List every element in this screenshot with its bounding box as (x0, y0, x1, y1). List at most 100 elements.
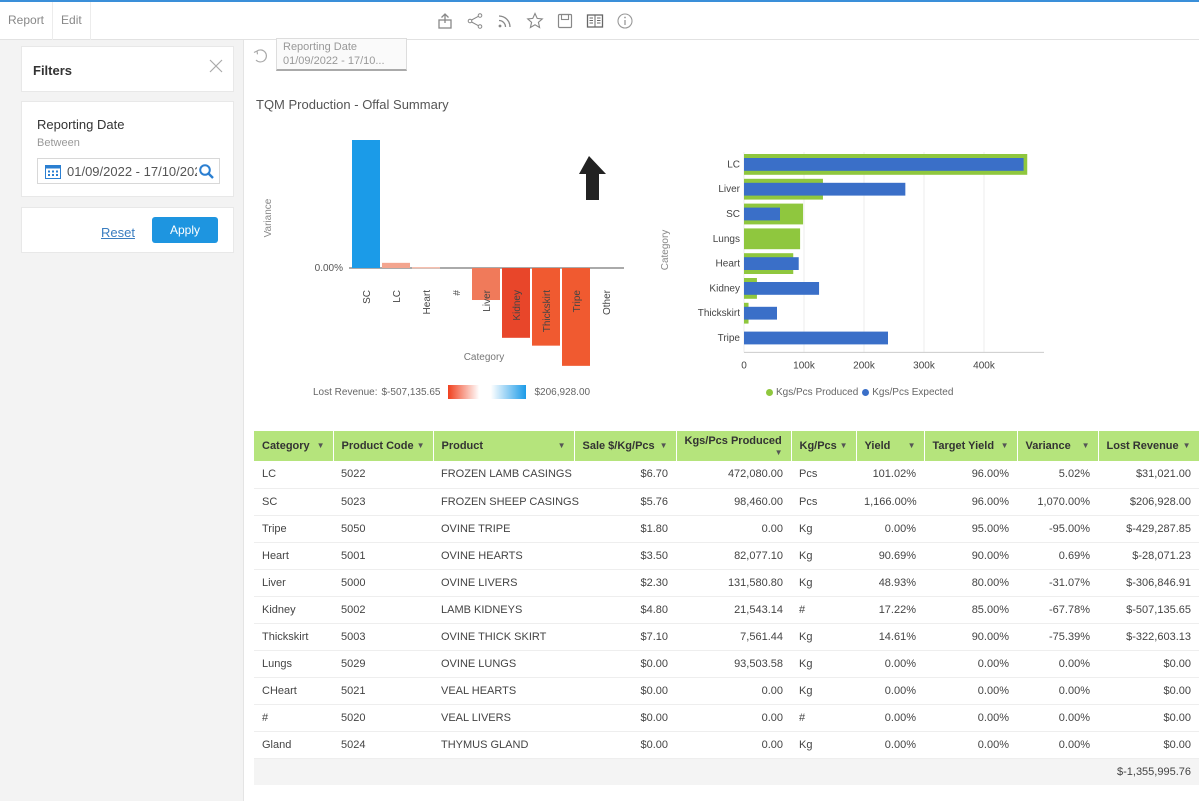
sort-arrow-icon[interactable]: ▼ (317, 441, 325, 450)
column-header[interactable]: Product Code ▼ (333, 431, 434, 461)
rss-icon[interactable] (490, 2, 520, 40)
table-row[interactable]: SC 5023 FROZEN SHEEP CASINGS $5.76 98,460.00… (254, 488, 1199, 516)
table-cell: 5050 (333, 515, 433, 543)
legend-min: $-507,135.65 (381, 386, 441, 398)
star-icon[interactable] (520, 2, 550, 40)
column-header[interactable]: Sale $/Kg/Pcs ▼ (574, 431, 677, 461)
table-cell: OVINE HEARTS (433, 542, 574, 570)
reporting-date-filter: Reporting Date Between 01/09/2022 - 17/1… (21, 101, 234, 197)
production-chart: 0 100k 200k 300k 400k Category LC Liver SC Lungs H… (660, 152, 1044, 371)
x-tick-label: 100k (793, 360, 816, 371)
filter-panel: Filters Reporting Date Between 01/09/202… (0, 40, 244, 801)
table-row[interactable]: Liver 5000 OVINE LIVERS $2.30 131,580.80 Kg 48… (254, 569, 1199, 597)
expected-bar (744, 306, 777, 320)
sort-arrow-icon[interactable]: ▼ (840, 441, 848, 450)
table-cell: 0.00 (676, 515, 791, 543)
table-row[interactable]: Tripe 5050 OVINE TRIPE $1.80 0.00 Kg 0.00% 95.0… (254, 515, 1199, 543)
column-header[interactable]: Product ▼ (433, 431, 575, 461)
column-header[interactable]: Kg/Pcs ▼ (791, 431, 857, 461)
x-tick-label: Tripe (572, 290, 583, 313)
book-icon[interactable] (580, 2, 610, 40)
table-row[interactable]: Thickskirt 5003 OVINE THICK SKIRT $7.10 7,56… (254, 623, 1199, 651)
table-row[interactable]: LC 5022 FROZEN LAMB CASINGS $6.70 472,080.00… (254, 461, 1199, 489)
table-cell: 0.00% (1017, 650, 1098, 678)
table-cell: $6.70 (574, 461, 676, 489)
table-row[interactable]: Heart 5001 OVINE HEARTS $3.50 82,077.10 Kg 90.… (254, 542, 1199, 570)
table-cell: Lungs (254, 650, 333, 678)
search-icon[interactable] (198, 163, 215, 180)
table-cell: $3.50 (574, 542, 676, 570)
reporting-date-chip[interactable]: Reporting Date 01/09/2022 - 17/10... (276, 38, 407, 71)
info-icon[interactable] (610, 2, 640, 40)
table-cell: 0.00% (924, 650, 1017, 678)
table-cell: OVINE LIVERS (433, 569, 574, 597)
table-cell: 82,077.10 (676, 542, 791, 570)
save-icon[interactable] (550, 2, 580, 40)
legend-dot-expected (862, 389, 870, 396)
column-header[interactable]: Lost Revenue ▼ (1098, 431, 1199, 461)
table-cell: Pcs (791, 461, 856, 489)
share-icon[interactable] (460, 2, 490, 40)
table-row[interactable]: Gland 5024 THYMUS GLAND $0.00 0.00 Kg 0.00% 0.0… (254, 731, 1199, 759)
table-cell: 0.00% (924, 731, 1017, 759)
y-tick-label: Thickskirt (698, 308, 740, 319)
table-cell: 5003 (333, 623, 433, 651)
table-row[interactable]: CHeart 5021 VEAL HEARTS $0.00 0.00 Kg 0.00% 0.0… (254, 677, 1199, 705)
table-cell: 0.00 (676, 677, 791, 705)
sort-arrow-icon[interactable]: ▼ (558, 441, 566, 450)
table-cell: 90.00% (924, 623, 1017, 651)
x-tick-label: 300k (913, 360, 936, 371)
menu-report[interactable]: Report (0, 2, 54, 40)
close-icon[interactable] (207, 57, 225, 75)
table-cell: Pcs (791, 488, 856, 516)
sort-arrow-icon[interactable]: ▼ (417, 441, 425, 450)
apply-button[interactable]: Apply (152, 217, 218, 243)
sort-arrow-icon[interactable]: ▼ (660, 441, 668, 450)
table-header-row: Category ▼ Product Code ▼ Product ▼ Sale $/Kg/… (254, 431, 1199, 461)
expected-bar (744, 257, 799, 270)
sort-arrow-icon[interactable]: ▼ (1082, 441, 1090, 450)
up-arrow-icon (579, 156, 606, 200)
table-cell: 0.00% (856, 731, 924, 759)
table-row[interactable]: #5020 VEAL LIVERS $0.00 0.00 #0.00% 0.00% 0.00… (254, 704, 1199, 732)
sort-arrow-icon[interactable]: ▼ (1001, 441, 1009, 450)
table-row[interactable]: Lungs 5029 OVINE LUNGS $0.00 93,503.58 Kg 0.00… (254, 650, 1199, 678)
y-axis-label: Variance (263, 198, 274, 237)
variance-bar (412, 267, 440, 269)
y-tick-label: Kidney (709, 283, 740, 294)
table-cell: 0.00% (1017, 677, 1098, 705)
column-header[interactable]: Target Yield ▼ (924, 431, 1018, 461)
table-cell: FROZEN LAMB CASINGS (433, 461, 574, 489)
column-header[interactable]: Category ▼ (254, 431, 334, 461)
sort-arrow-icon[interactable]: ▼ (908, 441, 916, 450)
table-cell: VEAL HEARTS (433, 677, 574, 705)
table-cell: OVINE LUNGS (433, 650, 574, 678)
legend-max: $206,928.00 (534, 386, 591, 398)
sort-arrow-icon[interactable]: ▼ (1183, 441, 1191, 450)
table-row[interactable]: Kidney 5002 LAMB KIDNEYS $4.80 21,543.14 #17.… (254, 596, 1199, 624)
table-cell: $5.76 (574, 488, 676, 516)
column-header[interactable]: Variance ▼ (1017, 431, 1099, 461)
legend-label: Lost Revenue: (313, 386, 378, 398)
reset-link[interactable]: Reset (101, 225, 135, 240)
column-header-label: Variance (1025, 440, 1071, 452)
column-header[interactable]: Yield ▼ (856, 431, 925, 461)
table-cell: 90.69% (856, 542, 924, 570)
export-icon[interactable] (430, 2, 460, 40)
column-header[interactable]: Kgs/Pcs Produced ▼ (676, 431, 792, 461)
table-cell: 472,080.00 (676, 461, 791, 489)
menu-edit[interactable]: Edit (53, 2, 91, 40)
table-cell: 0.00% (924, 704, 1017, 732)
legend-dot-produced (766, 389, 773, 396)
table-cell: Kidney (254, 596, 333, 624)
sort-arrow-icon[interactable]: ▼ (775, 448, 783, 457)
calendar-icon[interactable] (45, 164, 61, 179)
table-cell: $4.80 (574, 596, 676, 624)
table-cell: 5029 (333, 650, 433, 678)
undo-icon[interactable] (252, 48, 270, 66)
variance-bar (562, 268, 590, 366)
table-cell: OVINE TRIPE (433, 515, 574, 543)
date-range-input[interactable]: 01/09/2022 - 17/10/2022 (37, 158, 220, 184)
table-cell: -95.00% (1017, 515, 1098, 543)
menu-bar: Report Edit (0, 2, 91, 40)
